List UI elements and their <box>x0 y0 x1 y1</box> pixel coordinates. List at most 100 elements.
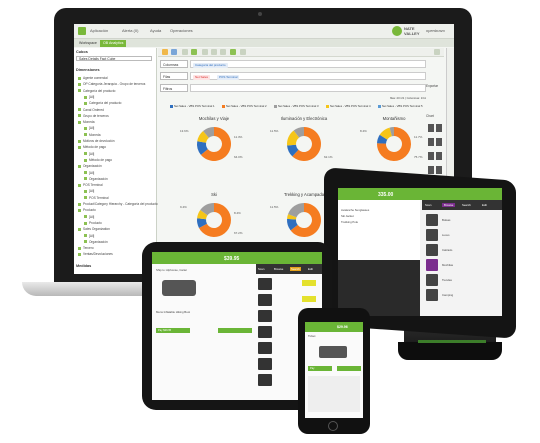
menu-alerta[interactable]: Alerta (0) <box>122 28 138 33</box>
dimension-tree-item[interactable]: Organización <box>84 177 108 181</box>
rows-chip-pos-terminal[interactable]: POS Terminal <box>217 74 240 80</box>
dimension-tree-item[interactable]: Método de pago <box>84 158 112 162</box>
ipad-tab-scan[interactable]: Scan <box>258 267 264 271</box>
pos-tab-edit[interactable]: Edit <box>482 203 487 207</box>
dimension-tree-item[interactable]: [All] <box>84 152 94 156</box>
dimension-tree-item[interactable]: Moneda <box>84 133 101 137</box>
tab-workspace[interactable]: Workspace <box>76 40 100 47</box>
menu-operaciones[interactable]: Operaciones <box>170 28 193 33</box>
chart-type-icon[interactable] <box>436 124 442 132</box>
columns-chip[interactable]: Categoría del producto <box>193 62 228 68</box>
pos-tab-browse[interactable]: Browse <box>442 203 456 207</box>
dimension-tree-item[interactable]: [All] <box>84 126 94 130</box>
category-item[interactable]: Luces <box>442 233 449 237</box>
dimension-tree-item[interactable]: [All] <box>84 95 94 99</box>
refresh-icon[interactable] <box>191 49 197 55</box>
phone-pay-button[interactable]: Pay <box>308 366 332 371</box>
folder-icon <box>84 240 87 244</box>
chart-type-icon[interactable] <box>428 166 434 174</box>
product-thumbnail[interactable] <box>258 326 272 338</box>
menu-ayuda[interactable]: Ayuda <box>150 28 161 33</box>
dimension-tree-item[interactable]: Categoría del producto <box>84 101 121 105</box>
product-thumbnail[interactable] <box>258 294 272 306</box>
ticket-line-3[interactable]: Trekking Pole <box>341 220 358 224</box>
dimension-tree-item[interactable]: Canal Ordered <box>78 108 104 112</box>
dimension-tree-item[interactable]: Método de pago <box>78 145 106 149</box>
product-thumbnail[interactable] <box>258 374 272 386</box>
category-thumbnail <box>426 289 438 301</box>
tree-item-label: Moneda <box>83 120 95 125</box>
swap-axis-icon[interactable] <box>220 49 226 55</box>
camera-icon <box>258 12 262 16</box>
dimension-tree-item[interactable]: Organización <box>84 240 108 244</box>
open-icon[interactable] <box>162 49 168 55</box>
home-icon[interactable] <box>78 27 86 35</box>
dimension-tree-item[interactable]: POS Terminal <box>84 196 109 200</box>
product-thumbnail[interactable] <box>258 358 272 370</box>
dimension-tree-item[interactable]: Tercero <box>78 246 94 250</box>
chart-type-icon[interactable] <box>428 152 434 160</box>
dimension-tree-item[interactable]: OP Categoría Jerarquía - Grupo de tercer… <box>78 82 145 86</box>
legend-entry: Net Sales - VBS POS Terminal 5 <box>378 104 423 108</box>
close-icon[interactable] <box>434 49 440 55</box>
filters-dropzone[interactable] <box>190 84 426 92</box>
chart-type-icon[interactable] <box>428 138 434 146</box>
dimension-tree-item[interactable]: Grupo de terceros <box>78 114 109 118</box>
dimension-tree-item[interactable]: Producto <box>84 221 102 225</box>
ticket-line-1[interactable]: Avalanche Sunglasses <box>341 208 369 212</box>
dimension-tree-item[interactable]: [All] <box>84 189 94 193</box>
chart-icon[interactable] <box>230 49 236 55</box>
ipad-tab-edit[interactable]: Edit <box>308 267 313 271</box>
dimension-tree-item[interactable]: Ventas/Devoluciones <box>78 252 113 256</box>
ipad-pay-button[interactable]: Pay $39.95 <box>156 328 190 333</box>
dimension-tree-item[interactable]: Producto <box>78 208 96 212</box>
rows-chip-net-sales[interactable]: Net Sales <box>193 74 211 80</box>
tab-ob-analytics[interactable]: OB Analytics <box>100 40 127 47</box>
rows-dropzone[interactable]: Net Sales POS Terminal <box>190 72 426 80</box>
dimension-tree-item[interactable]: Moneda <box>78 120 95 124</box>
ipad-tab-search[interactable]: Search <box>290 267 301 271</box>
chart-type-icon[interactable] <box>436 152 442 160</box>
filter-icon[interactable] <box>211 49 217 55</box>
chart-type-icon[interactable] <box>436 166 442 174</box>
dimension-tree-item[interactable]: [All] <box>84 215 94 219</box>
product-thumbnail[interactable] <box>258 278 272 290</box>
folder-icon <box>78 164 81 168</box>
dimension-tree-item[interactable]: Categoría del producto <box>78 89 115 93</box>
sort-icon[interactable] <box>202 49 208 55</box>
category-item[interactable]: Camping <box>442 293 453 297</box>
cube-select[interactable]: Sales Details Fact Cube <box>76 56 152 61</box>
chart-type-icon[interactable] <box>428 124 434 132</box>
save-icon[interactable] <box>171 49 177 55</box>
undo-icon[interactable] <box>182 49 188 55</box>
export-label[interactable]: Exportar <box>426 84 438 88</box>
dimension-tree-item[interactable]: Product/Category Hierarchy - Categoría d… <box>78 202 158 206</box>
menu-aplicacion[interactable]: Aplicación <box>90 28 108 33</box>
dimension-tree-item[interactable]: [All] <box>84 234 94 238</box>
filters-label: Filtros <box>160 84 188 92</box>
dimension-tree-item[interactable]: [All] <box>84 171 94 175</box>
product-thumbnail[interactable] <box>258 310 272 322</box>
ipad-header: $39.95 <box>152 252 322 264</box>
pos-tab-scan[interactable]: Scan <box>425 203 431 207</box>
phone-home-button[interactable] <box>328 421 338 431</box>
phone-action-button[interactable] <box>337 366 361 371</box>
dimension-tree-item[interactable]: POS Terminal <box>78 183 103 187</box>
category-item[interactable]: Bolsas <box>442 218 450 222</box>
dimension-tree-item[interactable]: Organización <box>78 164 102 168</box>
settings-icon[interactable] <box>240 49 246 55</box>
dimension-tree-item[interactable]: Agente comercial <box>78 76 108 80</box>
category-item[interactable]: Tiendas <box>442 278 452 282</box>
ipad-tab-browse[interactable]: Browse <box>274 267 283 271</box>
category-item[interactable]: Calzado <box>442 248 452 252</box>
dimension-tree-item[interactable]: Sales Organization <box>78 227 110 231</box>
chart-type-icon[interactable] <box>436 138 442 146</box>
ticket-line-2[interactable]: Ski Jacket <box>341 214 354 218</box>
product-thumbnail[interactable] <box>258 342 272 354</box>
category-item[interactable]: Mochilas <box>442 263 453 267</box>
ipad-action-button[interactable] <box>218 328 252 333</box>
pos-tab-search[interactable]: Search <box>462 203 471 207</box>
columns-dropzone[interactable]: Categoría del producto <box>190 60 426 68</box>
dimension-tree-item[interactable]: Motivos de devolución <box>78 139 115 143</box>
ipad-product-name[interactable]: Mens Inflatable Hiking Boot <box>156 310 190 314</box>
